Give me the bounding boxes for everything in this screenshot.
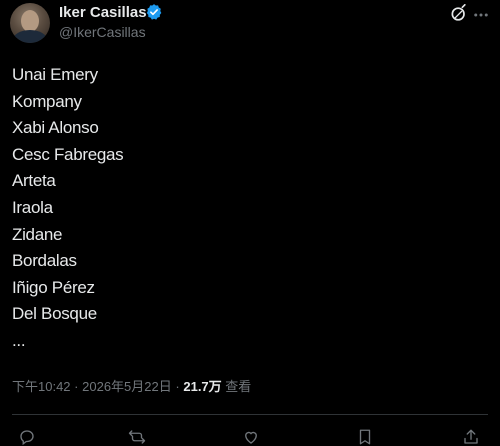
tweet-line: Del Bosque <box>12 304 97 324</box>
tweet-line: Bordalas <box>12 251 77 271</box>
reply-icon <box>20 430 34 446</box>
like-button[interactable] <box>242 428 260 446</box>
views-label: 查看 <box>225 379 252 394</box>
repost-icon <box>128 430 146 444</box>
tweet-date[interactable]: 2026年5月22日 <box>82 379 172 394</box>
grok-icon[interactable] <box>449 4 469 24</box>
tweet-line: Unai Emery <box>12 65 98 84</box>
avatar-shoulders <box>13 30 47 43</box>
tweet-text: Unai Emery Kompany Xabi Alonso Cesc Fabr… <box>12 62 124 355</box>
share-button[interactable] <box>462 428 480 446</box>
tweet-line: Xabi Alonso <box>12 118 99 138</box>
meta-separator: · <box>175 379 180 394</box>
reply-button[interactable] <box>18 428 36 446</box>
meta-separator: · <box>74 379 79 394</box>
user-handle[interactable]: @IkerCasillas <box>59 24 146 40</box>
tweet-meta: 下午10:42 · 2026年5月22日 · 21.7万 查看 <box>12 376 251 395</box>
display-name[interactable]: Iker Casillas <box>59 4 147 21</box>
tweet-time[interactable]: 下午10:42 <box>12 379 71 394</box>
tweet-line: Kompany <box>12 91 82 111</box>
tweet-line: ... <box>12 330 26 350</box>
tweet-line: Iraola <box>12 197 53 217</box>
divider <box>12 414 488 415</box>
tweet-line: Iñigo Pérez <box>12 277 95 297</box>
like-icon <box>245 431 257 444</box>
tweet: Iker Casillas @IkerCasillas Unai Emery K… <box>0 0 500 446</box>
verified-badge-icon <box>146 4 162 20</box>
tweet-line: Cesc Fabregas <box>12 144 124 164</box>
share-icon <box>464 429 478 444</box>
avatar[interactable] <box>10 3 50 43</box>
avatar-face <box>21 10 39 32</box>
repost-button[interactable] <box>128 428 146 446</box>
bookmark-icon <box>359 429 371 445</box>
action-bar <box>0 424 500 446</box>
tweet-line: Zidane <box>12 224 63 244</box>
bookmark-button[interactable] <box>356 428 374 446</box>
more-icon[interactable] <box>472 6 490 24</box>
views-count[interactable]: 21.7万 <box>183 379 221 394</box>
tweet-line: Arteta <box>12 171 56 191</box>
